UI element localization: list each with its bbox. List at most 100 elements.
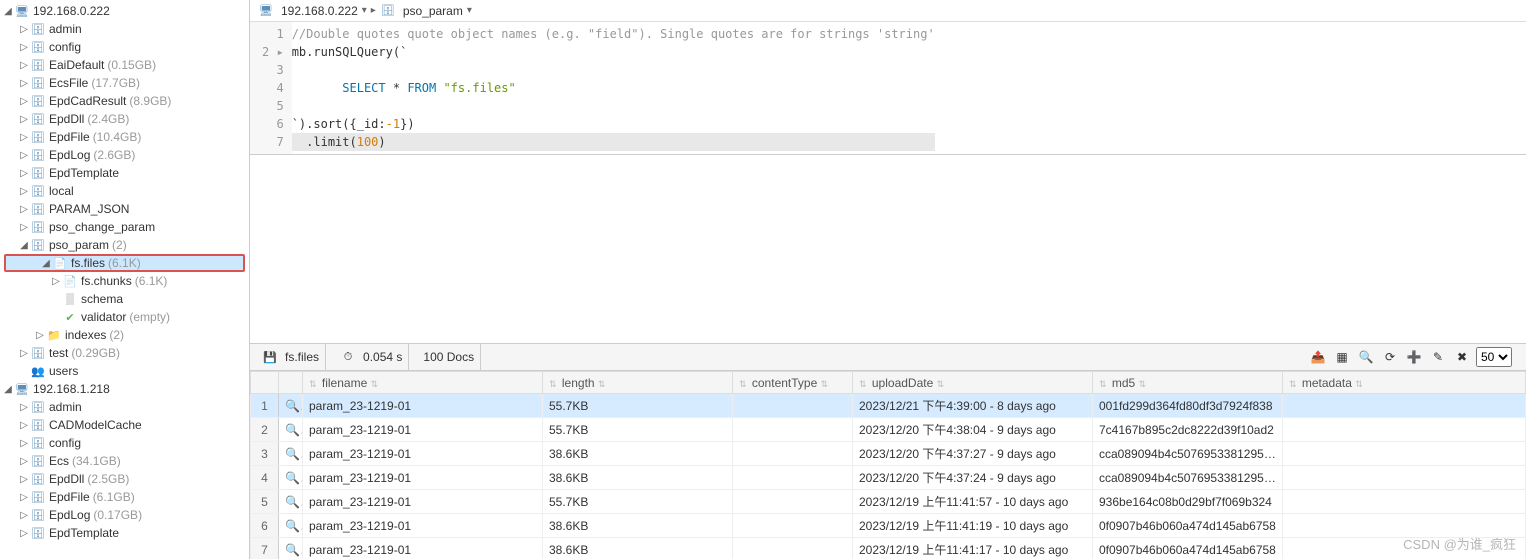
- chevron-icon[interactable]: ▷: [18, 42, 30, 53]
- tree-item[interactable]: ▷🗄EpdCadResult (8.9GB): [0, 92, 249, 110]
- chevron-icon[interactable]: ◢: [2, 6, 14, 17]
- chevron-icon[interactable]: ▷: [18, 114, 30, 125]
- tree-item[interactable]: ▷🗄CADModelCache: [0, 416, 249, 434]
- tree-item[interactable]: ◢📄fs.files (6.1K): [4, 254, 245, 272]
- chevron-icon[interactable]: ▷: [18, 168, 30, 179]
- breadcrumb-db[interactable]: pso_param: [403, 4, 463, 18]
- tree-server[interactable]: ◢🖥192.168.0.222: [0, 2, 249, 20]
- chevron-icon[interactable]: ▷: [18, 132, 30, 143]
- sort-icon[interactable]: ⇅: [859, 379, 867, 389]
- view-doc-icon[interactable]: 🔍: [279, 442, 303, 466]
- tree-item[interactable]: ▷🗄EpdLog (0.17GB): [0, 506, 249, 524]
- sort-icon[interactable]: ⇅: [309, 379, 317, 389]
- sort-icon[interactable]: ⇅: [371, 379, 379, 389]
- tree-item[interactable]: ▷🗄admin: [0, 398, 249, 416]
- column-header[interactable]: ⇅ md5 ⇅: [1093, 372, 1283, 394]
- column-header[interactable]: ⇅ filename ⇅: [303, 372, 543, 394]
- sort-icon[interactable]: ⇅: [598, 379, 606, 389]
- table-row[interactable]: 4🔍param_23-1219-0138.6KB2023/12/20 下午4:3…: [251, 466, 1526, 490]
- tree-server[interactable]: ◢🖥192.168.1.218: [0, 380, 249, 398]
- chevron-icon[interactable]: ▷: [34, 330, 46, 341]
- chevron-icon[interactable]: ▷: [18, 420, 30, 431]
- tree-item[interactable]: ▷🗄EaiDefault (0.15GB): [0, 56, 249, 74]
- grid-view-button[interactable]: ▦: [1332, 347, 1352, 367]
- edit-button[interactable]: ✎: [1428, 347, 1448, 367]
- table-row[interactable]: 7🔍param_23-1219-0138.6KB2023/12/19 上午11:…: [251, 538, 1526, 559]
- sort-icon[interactable]: ⇅: [1355, 379, 1363, 389]
- tree-item[interactable]: ▷📁indexes (2): [0, 326, 249, 344]
- sort-icon[interactable]: ⇅: [1139, 379, 1147, 389]
- tree-item[interactable]: ▷🗄EpdLog (2.6GB): [0, 146, 249, 164]
- tree-item[interactable]: ◢🗄pso_param (2): [0, 236, 249, 254]
- view-doc-icon[interactable]: 🔍: [279, 538, 303, 559]
- add-button[interactable]: ➕: [1404, 347, 1424, 367]
- view-doc-icon[interactable]: 🔍: [279, 514, 303, 538]
- results-grid[interactable]: ⇅ filename ⇅⇅ length ⇅⇅ contentType ⇅⇅ u…: [250, 371, 1526, 559]
- tree-item[interactable]: ▷🗄local: [0, 182, 249, 200]
- chevron-icon[interactable]: ▷: [18, 492, 30, 503]
- delete-button[interactable]: ✖: [1452, 347, 1472, 367]
- search-button[interactable]: 🔍: [1356, 347, 1376, 367]
- export-button[interactable]: 📤: [1308, 347, 1328, 367]
- chevron-icon[interactable]: ▷: [18, 456, 30, 467]
- view-doc-icon[interactable]: 🔍: [279, 490, 303, 514]
- column-header[interactable]: ⇅ contentType ⇅: [733, 372, 853, 394]
- tree-item[interactable]: ▷🗄PARAM_JSON: [0, 200, 249, 218]
- tree-item[interactable]: ▷🗄EpdDll (2.5GB): [0, 470, 249, 488]
- tree-item[interactable]: ▷🗄EcsFile (17.7GB): [0, 74, 249, 92]
- sort-icon[interactable]: ⇅: [1289, 379, 1297, 389]
- table-row[interactable]: 1🔍param_23-1219-0155.7KB2023/12/21 下午4:3…: [251, 394, 1526, 418]
- chevron-icon[interactable]: ▷: [18, 96, 30, 107]
- sql-editor[interactable]: 12 ▸34567 //Double quotes quote object n…: [250, 22, 1526, 155]
- refresh-button[interactable]: ⟳: [1380, 347, 1400, 367]
- tree-item[interactable]: ▷🗄EpdTemplate: [0, 524, 249, 542]
- chevron-icon[interactable]: ▷: [18, 348, 30, 359]
- tree-item[interactable]: ▷🗄EpdFile (6.1GB): [0, 488, 249, 506]
- chevron-icon[interactable]: ▷: [18, 150, 30, 161]
- view-doc-icon[interactable]: 🔍: [279, 394, 303, 418]
- column-header[interactable]: ⇅ metadata ⇅: [1283, 372, 1526, 394]
- chevron-icon[interactable]: ▷: [50, 276, 62, 287]
- table-row[interactable]: 5🔍param_23-1219-0155.7KB2023/12/19 上午11:…: [251, 490, 1526, 514]
- tree-item[interactable]: ▒schema: [0, 290, 249, 308]
- tree-item[interactable]: ▷🗄pso_change_param: [0, 218, 249, 236]
- sort-icon[interactable]: ⇅: [739, 379, 747, 389]
- sort-icon[interactable]: ⇅: [1099, 379, 1107, 389]
- tree-item[interactable]: 👥users: [0, 362, 249, 380]
- chevron-icon[interactable]: ▷: [18, 402, 30, 413]
- table-row[interactable]: 2🔍param_23-1219-0155.7KB2023/12/20 下午4:3…: [251, 418, 1526, 442]
- chevron-icon[interactable]: ▷: [18, 186, 30, 197]
- chevron-icon[interactable]: ▷: [18, 204, 30, 215]
- sort-icon[interactable]: ⇅: [821, 379, 829, 389]
- tree-item[interactable]: ▷📄fs.chunks (6.1K): [0, 272, 249, 290]
- tree-item[interactable]: ▷🗄test (0.29GB): [0, 344, 249, 362]
- chevron-icon[interactable]: ▷: [18, 24, 30, 35]
- breadcrumb-server[interactable]: 192.168.0.222: [281, 4, 358, 18]
- chevron-icon[interactable]: ▷: [18, 510, 30, 521]
- sidebar-tree[interactable]: ◢🖥192.168.0.222▷🗄admin▷🗄config▷🗄EaiDefau…: [0, 0, 250, 559]
- tree-item[interactable]: ▷🗄config: [0, 38, 249, 56]
- view-doc-icon[interactable]: 🔍: [279, 418, 303, 442]
- tree-item[interactable]: ▷🗄Ecs (34.1GB): [0, 452, 249, 470]
- tree-item[interactable]: ▷🗄EpdTemplate: [0, 164, 249, 182]
- sort-icon[interactable]: ⇅: [549, 379, 557, 389]
- chevron-icon[interactable]: ▷: [18, 78, 30, 89]
- save-icon[interactable]: 💾: [262, 349, 278, 365]
- tree-item[interactable]: ▷🗄admin: [0, 20, 249, 38]
- view-doc-icon[interactable]: 🔍: [279, 466, 303, 490]
- column-header[interactable]: ⇅ uploadDate ⇅: [853, 372, 1093, 394]
- table-row[interactable]: 6🔍param_23-1219-0138.6KB2023/12/19 上午11:…: [251, 514, 1526, 538]
- sort-icon[interactable]: ⇅: [937, 379, 945, 389]
- tree-item[interactable]: ▷🗄EpdFile (10.4GB): [0, 128, 249, 146]
- tree-item[interactable]: ▷🗄config: [0, 434, 249, 452]
- column-header[interactable]: ⇅ length ⇅: [543, 372, 733, 394]
- chevron-icon[interactable]: ◢: [2, 384, 14, 395]
- chevron-icon[interactable]: ▷: [18, 528, 30, 539]
- tree-item[interactable]: ✔validator (empty): [0, 308, 249, 326]
- limit-select[interactable]: 50: [1476, 347, 1512, 367]
- chevron-icon[interactable]: ▷: [18, 474, 30, 485]
- chevron-icon[interactable]: ◢: [18, 240, 30, 251]
- chevron-icon[interactable]: ▷: [18, 438, 30, 449]
- table-row[interactable]: 3🔍param_23-1219-0138.6KB2023/12/20 下午4:3…: [251, 442, 1526, 466]
- chevron-icon[interactable]: ◢: [40, 258, 52, 269]
